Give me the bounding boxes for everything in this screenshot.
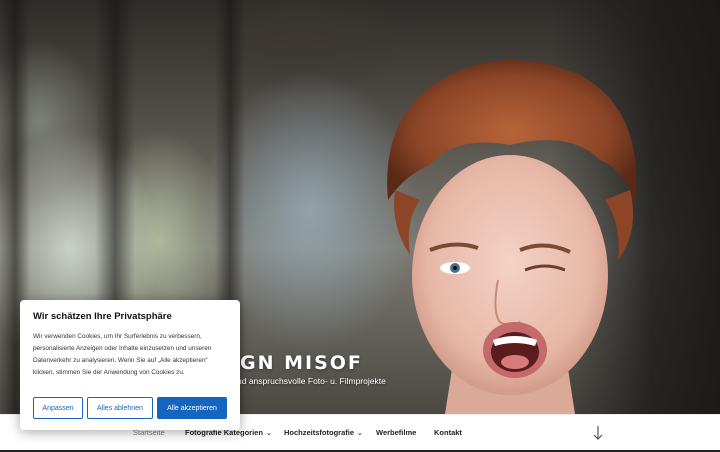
nav-item-hochzeitsfotografie[interactable]: Hochzeitsfotografie ⌄ <box>284 415 363 451</box>
nav-item-label: Hochzeitsfotografie <box>284 428 355 437</box>
cookie-consent-dialog: Wir schätzen Ihre Privatsphäre Wir verwe… <box>20 300 240 430</box>
site-title[interactable]: GN MISOF <box>240 352 363 374</box>
cookie-description: Wir verwenden Cookies, um Ihr Surferlebn… <box>33 333 212 376</box>
nav-item-kontakt[interactable]: Kontakt <box>434 415 462 451</box>
portrait-photo <box>387 60 637 414</box>
chevron-down-icon: ⌄ <box>357 430 363 437</box>
cookie-buttons: Anpassen Alles ablehnen Alle akzeptieren <box>33 397 227 419</box>
reject-all-button[interactable]: Alles ablehnen <box>87 397 153 419</box>
customize-button[interactable]: Anpassen <box>33 397 83 419</box>
nav-item-label: Kontakt <box>434 428 462 437</box>
site-tagline: nd anspruchsvolle Foto- u. Filmprojekte <box>237 376 386 386</box>
nav-item-werbefilme[interactable]: Werbefilme <box>376 415 416 451</box>
chevron-down-icon: ⌄ <box>265 430 272 437</box>
cookie-title: Wir schätzen Ihre Privatsphäre <box>33 311 172 322</box>
arrow-down-icon[interactable] <box>592 424 604 442</box>
nav-item-label: Werbefilme <box>376 428 417 437</box>
accept-all-button[interactable]: Alle akzeptieren <box>157 397 227 419</box>
